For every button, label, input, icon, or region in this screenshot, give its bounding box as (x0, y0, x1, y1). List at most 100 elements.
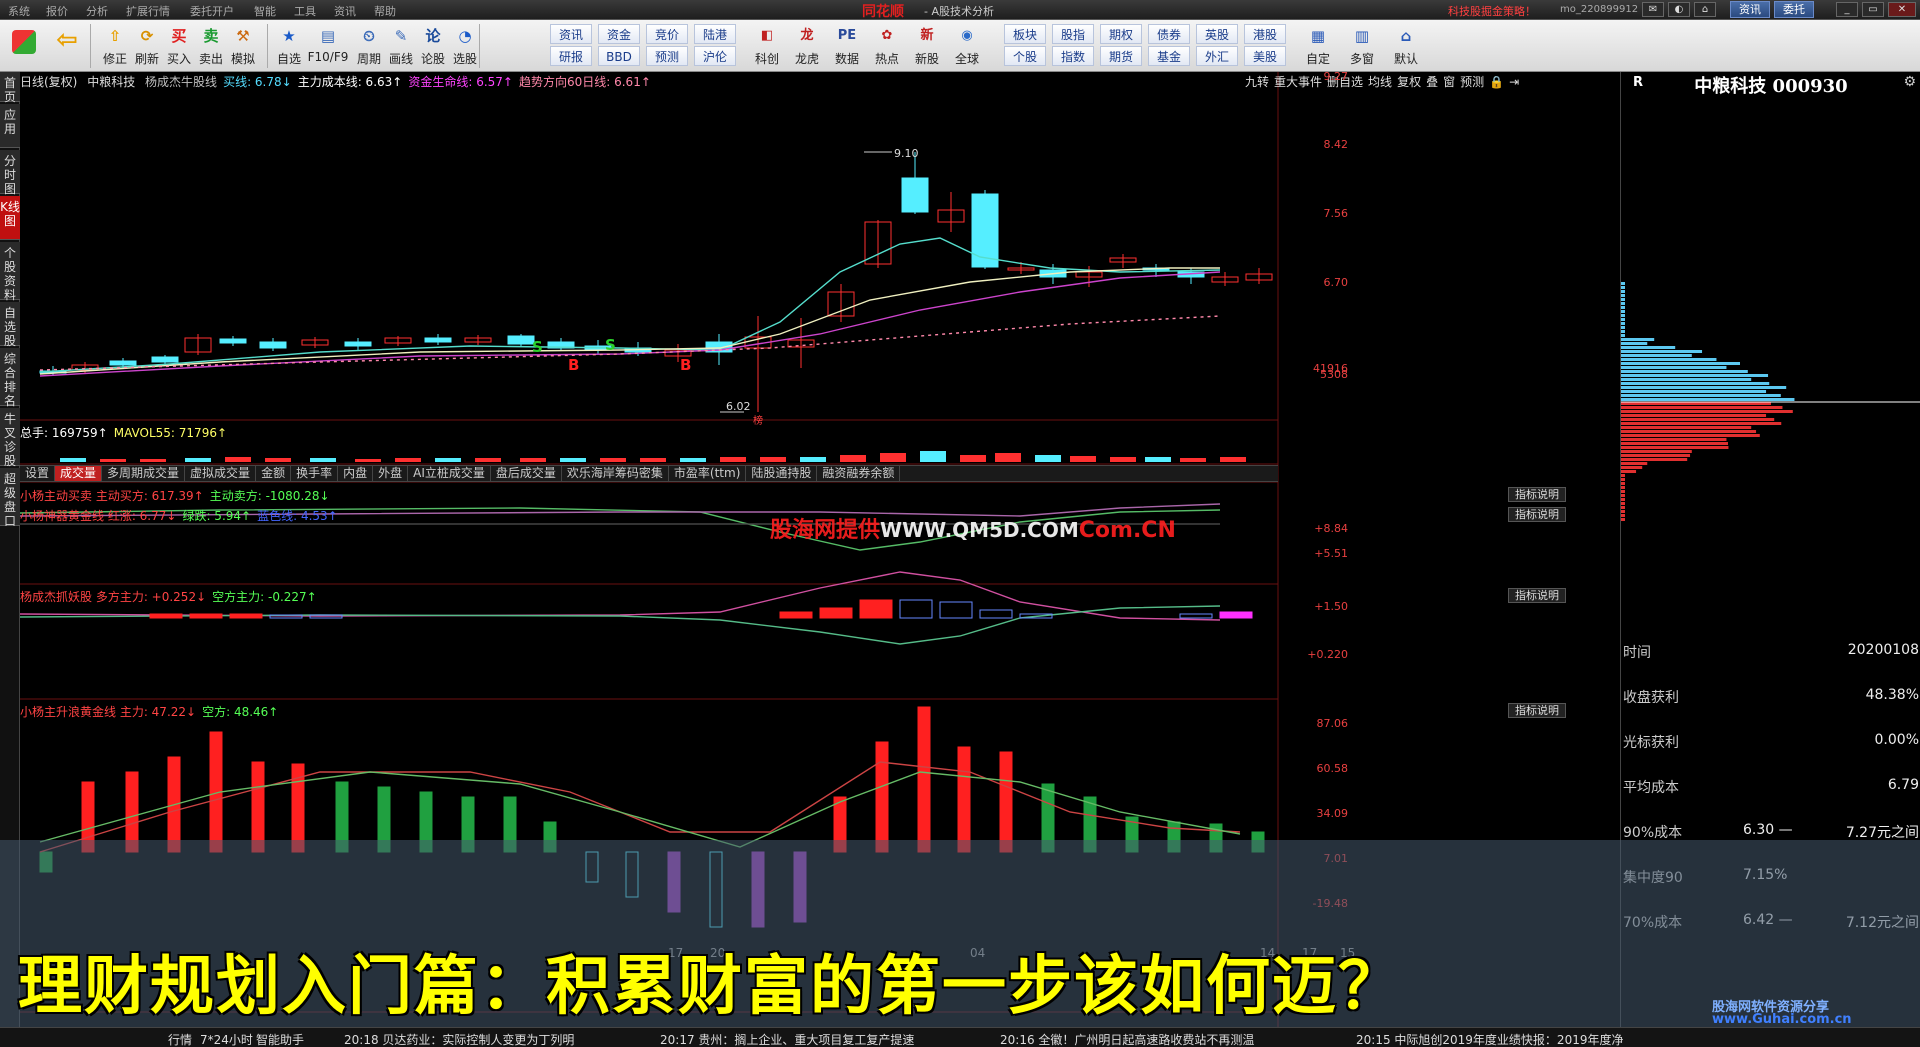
back-button[interactable]: ⇦ (50, 22, 84, 70)
layout-button[interactable] (6, 22, 42, 70)
ticker-item[interactable]: 20:15 中际旭创2019年度业绩快报：2019年度净 (1356, 1031, 1623, 1047)
toolbar-pair-bottom-0[interactable]: 研报 (550, 46, 592, 66)
toolbar-pair-bottom-2[interactable]: 预测 (646, 46, 688, 66)
indicator-tab-12[interactable]: 陆股通持股 (746, 466, 818, 481)
indicator-tab-11[interactable]: 市盈率(ttm) (669, 466, 747, 481)
settings-gear-icon[interactable]: ⚙ (1903, 74, 1916, 90)
left-tab-7[interactable]: 牛叉诊股 (0, 408, 20, 468)
restore-icon[interactable]: ▭ (1862, 2, 1884, 17)
toolbar-pair-top-2[interactable]: 竞价 (646, 24, 688, 44)
indicator-tab-2[interactable]: 多周期成交量 (102, 466, 186, 481)
toolbar2-button-3[interactable]: ✿ 热点 (870, 22, 904, 70)
market-pair-bottom-4[interactable]: 外汇 (1196, 46, 1238, 66)
indicator-tab-8[interactable]: AI立桩成交量 (408, 466, 491, 481)
minimize-icon[interactable]: _ (1836, 2, 1858, 17)
panel2-explain-button[interactable]: 指标说明 (1508, 588, 1566, 603)
toolbar2-button-1[interactable]: 龙龙虎 (790, 22, 824, 70)
indicator-tab-6[interactable]: 内盘 (338, 466, 374, 481)
market-pair-top-1[interactable]: 股指 (1052, 24, 1094, 44)
menu-analysis[interactable]: 分析 (86, 3, 108, 19)
window-button-2[interactable]: ⌂ 默认 (1388, 22, 1424, 70)
menu-news[interactable]: 资讯 (334, 3, 356, 19)
left-tab-8[interactable]: 超级盘口 (0, 468, 20, 528)
menu-trade[interactable]: 委托开户 (190, 3, 234, 19)
kline-tool-0[interactable]: 九转 (1245, 75, 1269, 89)
panel3-explain-button[interactable]: 指标说明 (1508, 703, 1566, 718)
kline-tool-6[interactable]: 窗 (1443, 75, 1455, 89)
menu-help[interactable]: 帮助 (374, 3, 396, 19)
menu-extended[interactable]: 扩展行情 (126, 3, 170, 19)
market-pair-bottom-3[interactable]: 基金 (1148, 46, 1190, 66)
toolbar2-button-5[interactable]: ◉ 全球 (950, 22, 984, 70)
ticker-item[interactable]: 智能助手 (256, 1031, 304, 1047)
market-pair-bottom-0[interactable]: 个股 (1004, 46, 1046, 66)
market-pair-bottom-1[interactable]: 指数 (1052, 46, 1094, 66)
menu-system[interactable]: 系统 (8, 3, 30, 19)
indicator-tab-5[interactable]: 换手率 (291, 466, 339, 481)
close-icon[interactable]: ✕ (1888, 2, 1916, 17)
account-name[interactable]: mo_220899912 (1560, 4, 1638, 15)
indicator-tab-0[interactable]: 设置 (20, 466, 56, 481)
toolbar-button-3[interactable]: 卖卖出 (196, 22, 226, 70)
toolbar-pair-bottom-1[interactable]: BBD (598, 46, 640, 66)
left-tab-1[interactable]: 应用 (0, 104, 20, 148)
kline-tool-7[interactable]: 预测 (1460, 75, 1484, 89)
indicator-tab-3[interactable]: 虚拟成交量 (185, 466, 257, 481)
ticker-item[interactable]: 20:16 全徽！广州明日起高速路收费站不再测温 (1000, 1031, 1254, 1047)
left-tab-4[interactable]: 个股资料 (0, 242, 20, 302)
left-tab-6[interactable]: 综合排名 (0, 348, 20, 408)
mail-icon[interactable]: ✉ (1642, 2, 1664, 17)
ticker-item[interactable]: 20:18 贝达药业：实际控制人变更为丁列明 (344, 1031, 574, 1047)
skin-icon[interactable]: ◐ (1668, 2, 1690, 17)
lock-icon[interactable]: 🔒 (1489, 75, 1504, 89)
toolbar2-button-4[interactable]: 新新股 (910, 22, 944, 70)
toolbar-pair-top-3[interactable]: 陆港 (694, 24, 736, 44)
menu-quote[interactable]: 报价 (46, 3, 68, 19)
window-button-0[interactable]: ▦ 自定 (1300, 22, 1336, 70)
news-tag[interactable]: 资讯 (1730, 1, 1770, 18)
ticker-item[interactable]: 7*24小时 (200, 1031, 253, 1047)
toolbar-button-6[interactable]: ▤ F10/F9 (306, 22, 350, 70)
toolbar-button-2[interactable]: 买买入 (164, 22, 194, 70)
market-pair-bottom-2[interactable]: 期货 (1100, 46, 1142, 66)
kline-tool-4[interactable]: 复权 (1397, 75, 1421, 89)
left-tab-3[interactable]: K线图 (0, 196, 20, 240)
indicator-tab-9[interactable]: 盘后成交量 (491, 466, 562, 481)
toolbar-button-5[interactable]: ★ 自选 (274, 22, 304, 70)
indicator-tab-7[interactable]: 外盘 (373, 466, 409, 481)
toolbar-button-4[interactable]: ⚒ 模拟 (228, 22, 258, 70)
menu-smart[interactable]: 智能 (254, 3, 276, 19)
panel1-explain-button[interactable]: 指标说明 (1508, 487, 1566, 502)
panel1b-explain-button[interactable]: 指标说明 (1508, 507, 1566, 522)
menu-tools[interactable]: 工具 (294, 3, 316, 19)
toolbar-button-9[interactable]: 论论股 (418, 22, 448, 70)
kline-tool-5[interactable]: 叠 (1426, 75, 1438, 89)
home-icon[interactable]: ⌂ (1694, 2, 1716, 17)
toolbar-button-1[interactable]: ⟳ 刷新 (132, 22, 162, 70)
indicator-tab-4[interactable]: 金额 (256, 466, 292, 481)
indicator-tab-1[interactable]: 成交量 (55, 466, 103, 481)
toolbar-button-10[interactable]: ◔ 选股 (450, 22, 480, 70)
promo-link[interactable]: 科技股掘金策略！ (1448, 3, 1536, 19)
market-pair-top-5[interactable]: 港股 (1244, 24, 1286, 44)
toolbar-button-0[interactable]: ⇧ 修正 (100, 22, 130, 70)
indicator-tab-13[interactable]: 融资融券余额 (817, 466, 901, 481)
left-tab-5[interactable]: 自选股 (0, 302, 20, 348)
toolbar-pair-bottom-3[interactable]: 沪伦 (694, 46, 736, 66)
market-pair-top-4[interactable]: 英股 (1196, 24, 1238, 44)
indicator-tab-10[interactable]: 欢乐海岸筹码密集 (562, 466, 669, 481)
toolbar-button-8[interactable]: ✎ 画线 (386, 22, 416, 70)
ticker-item[interactable]: 行情 (168, 1031, 192, 1047)
kline-tool-3[interactable]: 均线 (1368, 75, 1392, 89)
toolbar2-button-0[interactable]: ◧ 科创 (750, 22, 784, 70)
left-tab-2[interactable]: 分时图 (0, 150, 20, 196)
toolbar-pair-top-0[interactable]: 资讯 (550, 24, 592, 44)
market-pair-bottom-5[interactable]: 美股 (1244, 46, 1286, 66)
window-button-1[interactable]: ▥ 多窗 (1344, 22, 1380, 70)
toolbar2-button-2[interactable]: PE 数据 (830, 22, 864, 70)
market-pair-top-0[interactable]: 板块 (1004, 24, 1046, 44)
trade-tag[interactable]: 委托 (1774, 1, 1814, 18)
collapse-icon[interactable]: ⇥ (1509, 75, 1519, 89)
toolbar-button-7[interactable]: ⏲ 周期 (354, 22, 384, 70)
left-tab-0[interactable]: 首页 (0, 72, 20, 104)
